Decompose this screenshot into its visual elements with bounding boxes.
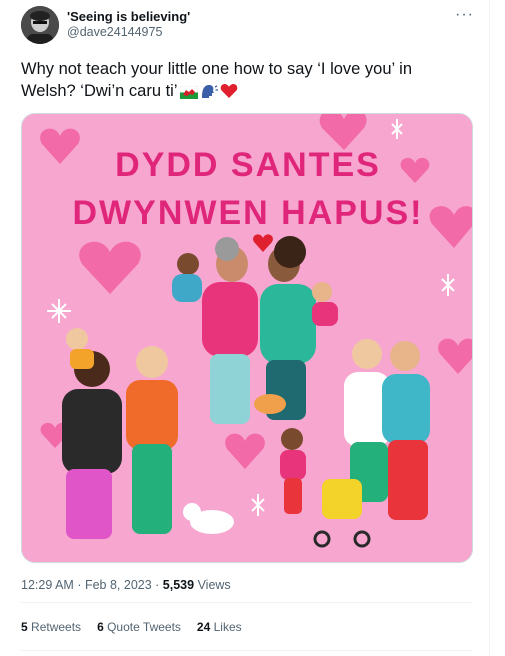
- divider: [21, 650, 473, 651]
- retweets-count: 5: [21, 620, 28, 634]
- divider: [21, 602, 473, 603]
- tweet-detail: 'Seeing is believing' @dave24144975 ··· …: [0, 0, 490, 656]
- more-options-icon[interactable]: ···: [455, 6, 474, 24]
- user-display-name[interactable]: 'Seeing is believing': [67, 9, 190, 24]
- likes-label: Likes: [213, 620, 242, 634]
- tweet-text: Why not teach your little one how to say…: [21, 58, 471, 105]
- red-heart-icon: [220, 83, 238, 105]
- quotes-label: Quote Tweets: [107, 620, 181, 634]
- engagement-stats: 5 Retweets 6 Quote Tweets 24 Likes: [21, 620, 242, 634]
- views-count: 5,539: [162, 578, 195, 592]
- likes-count: 24: [196, 620, 211, 634]
- retweets-label: Retweets: [31, 620, 82, 634]
- quotes-count: 6: [97, 620, 104, 634]
- welsh-flag-icon: [179, 83, 198, 105]
- likes-stat[interactable]: 24 Likes: [197, 620, 242, 634]
- tweet-meta: 12:29 AM · Feb 8, 2023 · 5,539 Views: [21, 578, 231, 592]
- tweet-time[interactable]: 12:29 AM: [21, 578, 74, 592]
- retweets-stat[interactable]: 5 Retweets: [21, 620, 81, 634]
- tweet-date[interactable]: Feb 8, 2023: [85, 578, 152, 592]
- avatar[interactable]: [21, 6, 59, 44]
- poster-title-line2: DWYNWEN HAPUS!: [73, 194, 424, 232]
- user-handle[interactable]: @dave24144975: [67, 25, 162, 39]
- tweet-image[interactable]: DYDD SANTES DWYNWEN HAPUS!: [21, 113, 473, 563]
- poster-title-line1: DYDD SANTES: [115, 146, 381, 184]
- quote-tweets-stat[interactable]: 6 Quote Tweets: [97, 620, 181, 634]
- poster-illustration: DYDD SANTES DWYNWEN HAPUS!: [22, 114, 472, 562]
- meta-separator: ·: [77, 578, 85, 592]
- views-label: Views: [197, 578, 231, 592]
- speaking-head-icon: [200, 83, 218, 105]
- meta-separator: ·: [155, 578, 163, 592]
